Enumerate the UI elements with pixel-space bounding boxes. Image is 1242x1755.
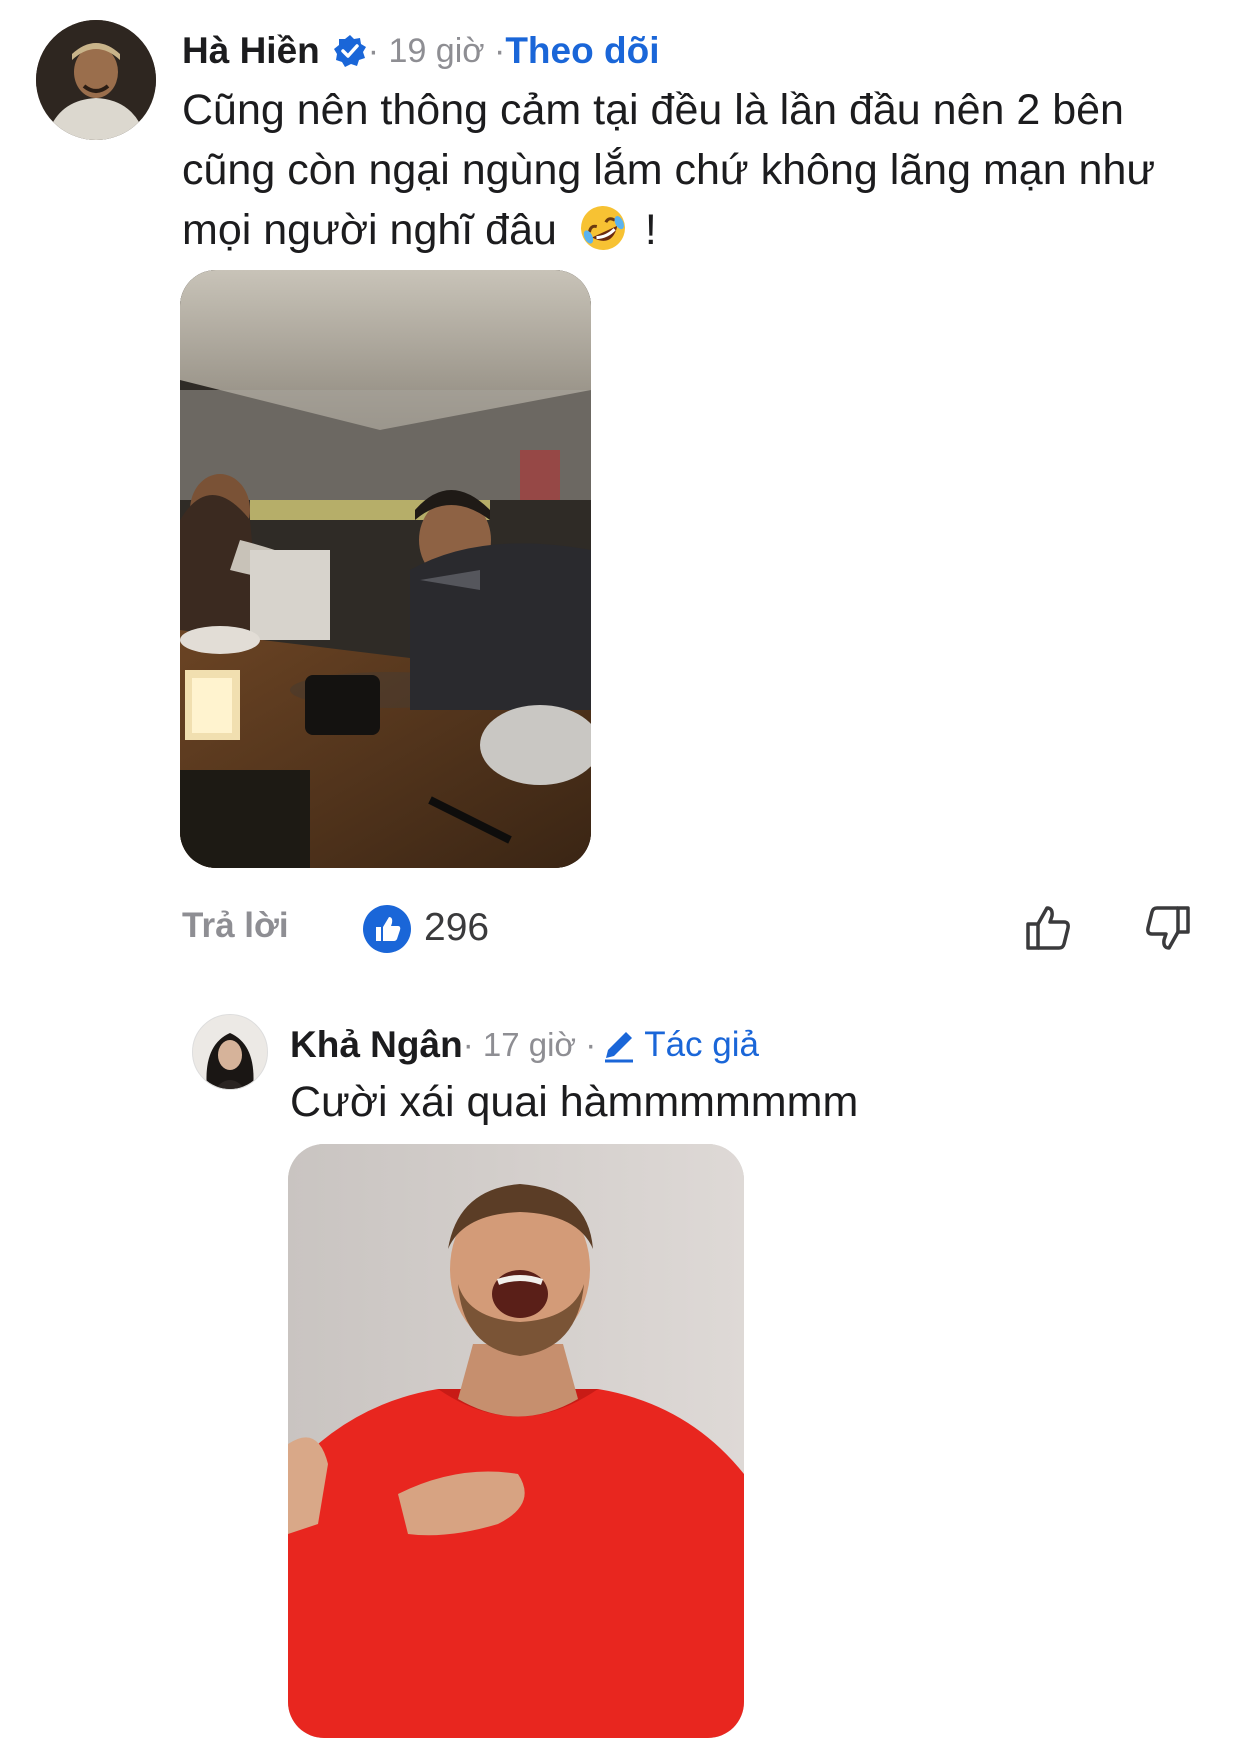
comment-header: Hà Hiền · 19 giờ · Theo dõi xyxy=(182,26,659,76)
rolling-on-floor-laughing-emoji-icon xyxy=(580,206,625,250)
pencil-icon xyxy=(605,1032,634,1063)
comment-text-suffix: ! xyxy=(644,206,657,254)
reply-time: · 17 giờ · xyxy=(462,1026,597,1063)
reply-header: Khả Ngân · 17 giờ · Tác giả xyxy=(290,1020,759,1070)
comment-photo[interactable] xyxy=(180,270,591,868)
author-badge: Tác giả xyxy=(644,1025,759,1064)
reply-button[interactable]: Trả lời xyxy=(182,906,289,946)
comment-text: Cũng nên thông cảm tại đều là lần đầu nê… xyxy=(182,86,1156,254)
like-reaction-icon xyxy=(363,905,411,953)
reply-text: Cười xái quai hàmmmmmmm xyxy=(290,1078,859,1126)
follow-button[interactable]: Theo dõi xyxy=(505,30,659,72)
comment-time: · 19 giờ · xyxy=(367,31,506,70)
reply-avatar[interactable] xyxy=(192,1014,268,1090)
thumbs-down-icon[interactable] xyxy=(1138,898,1198,958)
commenter-avatar[interactable] xyxy=(36,20,156,140)
reply-gif[interactable] xyxy=(288,1144,744,1738)
comment-body: Cũng nên thông cảm tại đều là lần đầu nê… xyxy=(182,80,1202,260)
thumbs-up-icon[interactable] xyxy=(1018,898,1078,958)
like-count: 296 xyxy=(424,906,490,949)
reply-author-name[interactable]: Khả Ngân xyxy=(290,1024,463,1066)
author-name[interactable]: Hà Hiền xyxy=(182,30,320,72)
verified-badge-icon xyxy=(333,35,366,67)
